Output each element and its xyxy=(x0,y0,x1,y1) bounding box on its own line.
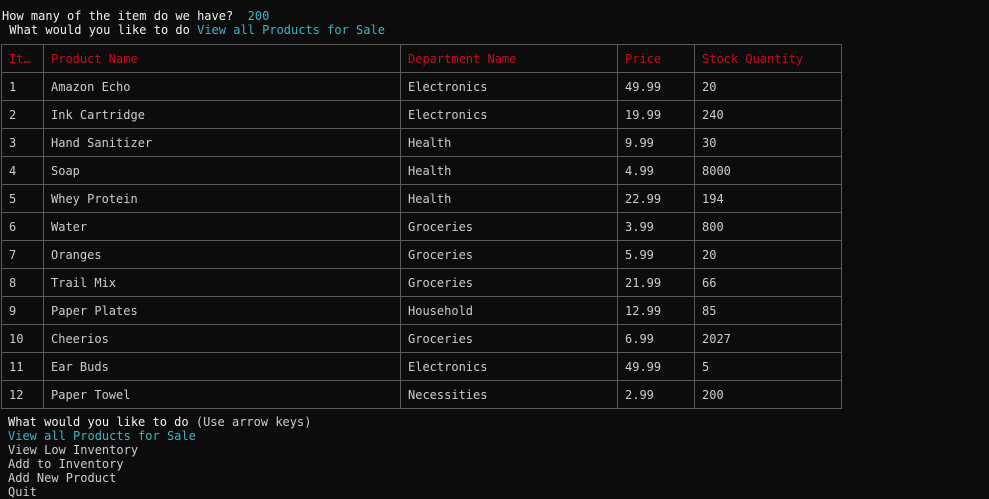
previous-action-line: What would you like to do View all Produ… xyxy=(2,23,385,37)
cell-department-name: Necessities xyxy=(400,380,618,409)
cell-stock-quantity: 240 xyxy=(694,100,842,129)
cell-product-name: Hand Sanitizer xyxy=(43,128,401,157)
cell-price: 3.99 xyxy=(617,212,695,241)
cell-department-name: Groceries xyxy=(400,324,618,353)
cell-price: 12.99 xyxy=(617,296,695,325)
cell-price: 5.99 xyxy=(617,240,695,269)
products-table: It… Product Name Department Name Price S… xyxy=(1,44,842,409)
cell-stock-quantity: 800 xyxy=(694,212,842,241)
cell-product-name: Oranges xyxy=(43,240,401,269)
table-row: 11 Ear Buds Electronics 49.99 5 xyxy=(1,352,842,381)
action-menu: What would you like to do (Use arrow key… xyxy=(8,415,311,499)
table-row: 6 Water Groceries 3.99 800 xyxy=(1,212,842,241)
menu-option-add-to-inventory[interactable]: Add to Inventory xyxy=(8,457,311,471)
cell-department-name: Electronics xyxy=(400,352,618,381)
cell-item-id: 12 xyxy=(1,380,44,409)
cell-price: 2.99 xyxy=(617,380,695,409)
cell-stock-quantity: 5 xyxy=(694,352,842,381)
table-row: 5 Whey Protein Health 22.99 194 xyxy=(1,184,842,213)
table-row: 12 Paper Towel Necessities 2.99 200 xyxy=(1,380,842,409)
cell-item-id: 6 xyxy=(1,212,44,241)
cell-stock-quantity: 66 xyxy=(694,268,842,297)
cell-item-id: 9 xyxy=(1,296,44,325)
cell-product-name: Cheerios xyxy=(43,324,401,353)
cell-item-id: 2 xyxy=(1,100,44,129)
table-row: 7 Oranges Groceries 5.99 20 xyxy=(1,240,842,269)
cell-item-id: 10 xyxy=(1,324,44,353)
cell-product-name: Whey Protein xyxy=(43,184,401,213)
cell-price: 6.99 xyxy=(617,324,695,353)
cell-item-id: 11 xyxy=(1,352,44,381)
cell-product-name: Ear Buds xyxy=(43,352,401,381)
column-header-product-name: Product Name xyxy=(43,44,401,73)
cell-product-name: Paper Plates xyxy=(43,296,401,325)
cell-department-name: Health xyxy=(400,156,618,185)
cell-item-id: 7 xyxy=(1,240,44,269)
column-header-price: Price xyxy=(617,44,695,73)
menu-question-line: What would you like to do (Use arrow key… xyxy=(8,415,311,429)
cell-stock-quantity: 20 xyxy=(694,72,842,101)
cell-item-id: 1 xyxy=(1,72,44,101)
cell-price: 49.99 xyxy=(617,352,695,381)
column-header-stock-quantity: Stock Quantity xyxy=(694,44,842,73)
cell-department-name: Health xyxy=(400,128,618,157)
cell-stock-quantity: 85 xyxy=(694,296,842,325)
table-row: 9 Paper Plates Household 12.99 85 xyxy=(1,296,842,325)
cell-price: 4.99 xyxy=(617,156,695,185)
previous-action-answer: View all Products for Sale xyxy=(197,23,385,37)
column-header-department-name: Department Name xyxy=(400,44,618,73)
cell-department-name: Groceries xyxy=(400,212,618,241)
table-row: 10 Cheerios Groceries 6.99 2027 xyxy=(1,324,842,353)
cell-price: 49.99 xyxy=(617,72,695,101)
cell-price: 19.99 xyxy=(617,100,695,129)
table-row: 1 Amazon Echo Electronics 49.99 20 xyxy=(1,72,842,101)
cell-department-name: Groceries xyxy=(400,240,618,269)
menu-question: What would you like to do xyxy=(8,415,189,429)
menu-option-view-low-inventory[interactable]: View Low Inventory xyxy=(8,443,311,457)
cell-item-id: 3 xyxy=(1,128,44,157)
cell-stock-quantity: 200 xyxy=(694,380,842,409)
quantity-prompt: How many of the item do we have? 200 xyxy=(2,9,269,23)
cell-item-id: 8 xyxy=(1,268,44,297)
previous-action-question: What would you like to do xyxy=(9,23,190,37)
table-header-row: It… Product Name Department Name Price S… xyxy=(1,44,842,73)
menu-option-quit[interactable]: Quit xyxy=(8,485,311,499)
cell-price: 22.99 xyxy=(617,184,695,213)
table-row: 3 Hand Sanitizer Health 9.99 30 xyxy=(1,128,842,157)
cell-stock-quantity: 20 xyxy=(694,240,842,269)
cell-stock-quantity: 194 xyxy=(694,184,842,213)
table-row: 2 Ink Cartridge Electronics 19.99 240 xyxy=(1,100,842,129)
cell-product-name: Water xyxy=(43,212,401,241)
cell-department-name: Electronics xyxy=(400,100,618,129)
cell-product-name: Paper Towel xyxy=(43,380,401,409)
cell-product-name: Trail Mix xyxy=(43,268,401,297)
table-row: 8 Trail Mix Groceries 21.99 66 xyxy=(1,268,842,297)
menu-option-add-new-product[interactable]: Add New Product xyxy=(8,471,311,485)
menu-option-view-products[interactable]: View all Products for Sale xyxy=(8,429,311,443)
cell-product-name: Amazon Echo xyxy=(43,72,401,101)
cell-price: 9.99 xyxy=(617,128,695,157)
column-header-item-id: It… xyxy=(1,44,44,73)
cell-department-name: Health xyxy=(400,184,618,213)
cell-stock-quantity: 30 xyxy=(694,128,842,157)
cell-product-name: Ink Cartridge xyxy=(43,100,401,129)
cell-stock-quantity: 2027 xyxy=(694,324,842,353)
cell-department-name: Electronics xyxy=(400,72,618,101)
cell-department-name: Household xyxy=(400,296,618,325)
cell-item-id: 5 xyxy=(1,184,44,213)
menu-hint: (Use arrow keys) xyxy=(195,415,312,429)
cell-stock-quantity: 8000 xyxy=(694,156,842,185)
quantity-question: How many of the item do we have? xyxy=(2,9,234,23)
cell-price: 21.99 xyxy=(617,268,695,297)
cell-item-id: 4 xyxy=(1,156,44,185)
cell-department-name: Groceries xyxy=(400,268,618,297)
table-row: 4 Soap Health 4.99 8000 xyxy=(1,156,842,185)
quantity-answer[interactable]: 200 xyxy=(248,9,270,23)
cell-product-name: Soap xyxy=(43,156,401,185)
